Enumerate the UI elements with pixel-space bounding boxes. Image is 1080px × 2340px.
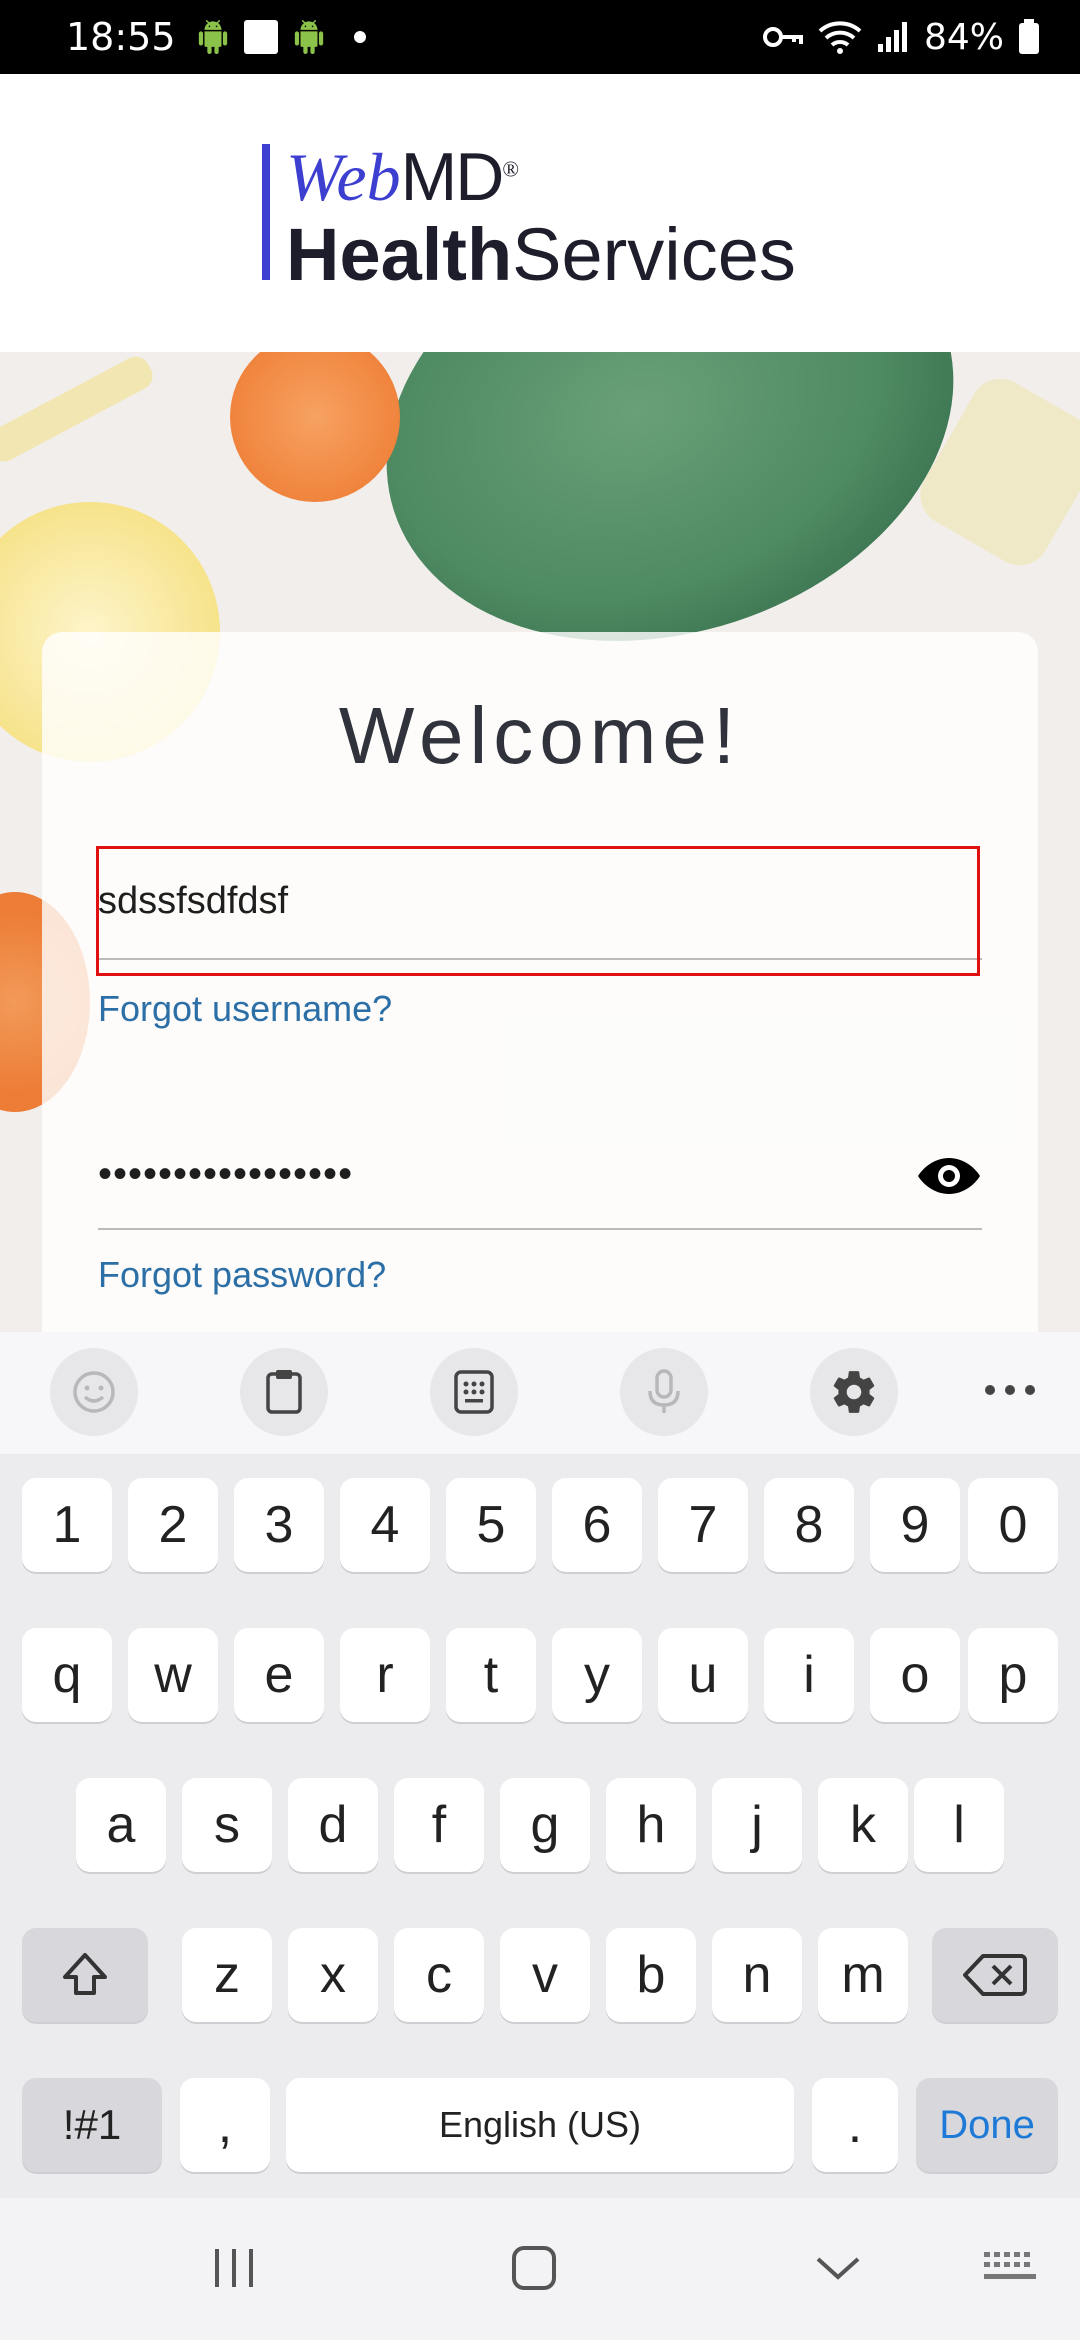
logo-accent-bar — [262, 144, 270, 280]
key-q[interactable]: q — [22, 1628, 112, 1722]
key-h[interactable]: h — [606, 1778, 696, 1872]
signal-icon — [877, 22, 907, 52]
keypad-icon — [454, 1370, 494, 1414]
settings-icon — [833, 1371, 875, 1413]
system-navigation-bar — [0, 2198, 1080, 2340]
key-8[interactable]: 8 — [764, 1478, 854, 1572]
app-header: WebMD® HealthServices — [0, 74, 1080, 352]
key-t[interactable]: t — [446, 1628, 536, 1722]
key-v[interactable]: v — [500, 1928, 590, 2022]
android-icon — [198, 20, 227, 54]
welcome-title: Welcome! — [338, 691, 742, 780]
clipboard-button[interactable] — [240, 1348, 328, 1436]
key-o[interactable]: o — [870, 1628, 960, 1722]
key-z[interactable]: z — [182, 1928, 272, 2022]
keyboard-keys: 1 2 3 4 5 6 7 8 9 0 q w e r t y u i o p … — [0, 1454, 1080, 2252]
key-r[interactable]: r — [340, 1628, 430, 1722]
keyboard-toolbar — [0, 1332, 1080, 1454]
recent-apps-button[interactable] — [194, 2238, 274, 2298]
status-system-icons: 84% — [762, 17, 1040, 58]
key-m[interactable]: m — [818, 1928, 908, 2022]
key-p[interactable]: p — [968, 1628, 1058, 1722]
wifi-icon — [818, 21, 862, 54]
key-w[interactable]: w — [128, 1628, 218, 1722]
emoji-button[interactable] — [50, 1348, 138, 1436]
logo-webmd-text: WebMD® — [286, 139, 520, 215]
key-d[interactable]: d — [288, 1778, 378, 1872]
image-notification-icon — [243, 20, 278, 54]
space-key[interactable]: English (US) — [286, 2078, 794, 2172]
key-c[interactable]: c — [394, 1928, 484, 2022]
microphone-icon — [648, 1369, 680, 1413]
username-highlight-box — [96, 846, 980, 976]
backspace-icon — [963, 1954, 1027, 1996]
soft-keyboard: 1 2 3 4 5 6 7 8 9 0 q w e r t y u i o p … — [0, 1332, 1080, 2340]
key-n[interactable]: n — [712, 1928, 802, 2022]
logo-health-services-text: HealthServices — [286, 213, 796, 296]
android-icon — [294, 20, 323, 54]
carrot-slice-image — [230, 352, 400, 502]
key-s[interactable]: s — [182, 1778, 272, 1872]
key-4[interactable]: 4 — [340, 1478, 430, 1572]
key-l[interactable]: l — [914, 1778, 1004, 1872]
home-button[interactable] — [494, 2238, 574, 2298]
chevron-down-icon — [816, 2257, 860, 2280]
key-x[interactable]: x — [288, 1928, 378, 2022]
clipboard-icon — [266, 1370, 302, 1414]
key-1[interactable]: 1 — [22, 1478, 112, 1572]
key-u[interactable]: u — [658, 1628, 748, 1722]
battery-icon — [1019, 19, 1039, 54]
key-j[interactable]: j — [712, 1778, 802, 1872]
keyboard-settings-button[interactable] — [810, 1348, 898, 1436]
more-icon[interactable] — [980, 1370, 1040, 1410]
key-g[interactable]: g — [500, 1778, 590, 1872]
bean-image — [0, 352, 158, 467]
key-e[interactable]: e — [234, 1628, 324, 1722]
voice-input-button[interactable] — [620, 1348, 708, 1436]
comma-key[interactable]: , — [180, 2078, 270, 2172]
key-0[interactable]: 0 — [968, 1478, 1058, 1572]
webmd-health-services-logo: WebMD® HealthServices — [262, 139, 822, 296]
keyboard-switch-button[interactable] — [970, 2238, 1050, 2298]
eye-icon[interactable] — [916, 1152, 982, 1200]
battery-percentage: 84% — [923, 16, 1004, 58]
notification-dot-icon — [353, 31, 366, 43]
shift-key[interactable] — [22, 1928, 148, 2022]
key-2[interactable]: 2 — [128, 1478, 218, 1572]
key-6[interactable]: 6 — [552, 1478, 642, 1572]
status-notification-icons — [196, 20, 366, 54]
backspace-key[interactable] — [932, 1928, 1058, 2022]
back-button[interactable] — [798, 2238, 878, 2298]
done-key[interactable]: Done — [916, 2078, 1058, 2172]
login-card: Welcome! sdssfsdfdsf Forgot username? ••… — [42, 632, 1038, 1352]
key-i[interactable]: i — [764, 1628, 854, 1722]
keypad-button[interactable] — [430, 1348, 518, 1436]
key-3[interactable]: 3 — [234, 1478, 324, 1572]
key-a[interactable]: a — [76, 1778, 166, 1872]
keyboard-icon — [984, 2252, 1036, 2279]
status-bar: 18:55 84% — [0, 0, 1080, 74]
key-icon — [762, 27, 803, 47]
key-f[interactable]: f — [394, 1778, 484, 1872]
status-time: 18:55 — [66, 15, 176, 59]
shift-icon — [63, 1953, 107, 1995]
password-value: ••••••••••••••••• — [98, 1152, 354, 1196]
key-k[interactable]: k — [818, 1778, 908, 1872]
emoji-icon — [73, 1371, 115, 1413]
period-key[interactable]: . — [812, 2078, 898, 2172]
password-field[interactable]: ••••••••••••••••• — [98, 1152, 982, 1230]
home-icon — [512, 2246, 556, 2290]
key-7[interactable]: 7 — [658, 1478, 748, 1572]
forgot-username-link[interactable]: Forgot username? — [98, 988, 392, 1030]
key-5[interactable]: 5 — [446, 1478, 536, 1572]
key-b[interactable]: b — [606, 1928, 696, 2022]
symbols-key[interactable]: !#1 — [22, 2078, 162, 2172]
key-y[interactable]: y — [552, 1628, 642, 1722]
key-9[interactable]: 9 — [870, 1478, 960, 1572]
recent-apps-icon — [215, 2249, 253, 2287]
forgot-password-link[interactable]: Forgot password? — [98, 1254, 386, 1296]
